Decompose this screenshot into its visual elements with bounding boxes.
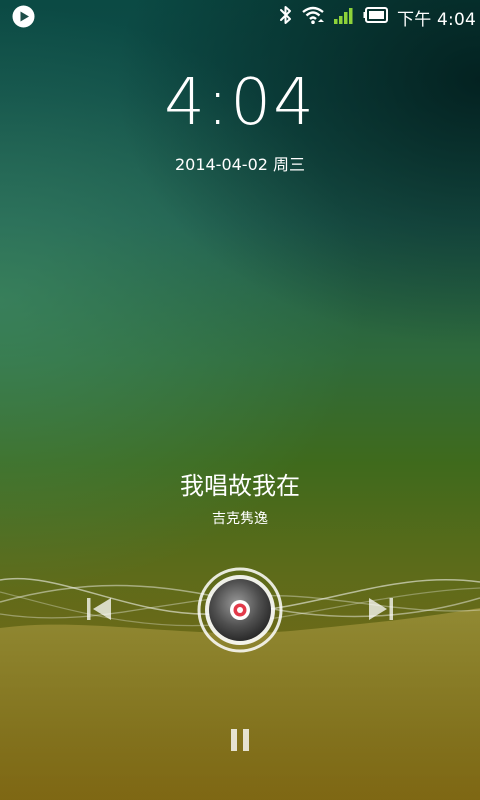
- song-artist: 吉克隽逸: [212, 511, 268, 527]
- wifi-icon: [301, 5, 325, 29]
- previous-button[interactable]: [84, 594, 114, 624]
- pause-icon: [231, 729, 249, 751]
- lock-date: 2014-04-02 周三: [174, 155, 306, 174]
- pause-button[interactable]: [228, 726, 252, 754]
- song-title: 我唱故我在: [180, 472, 300, 500]
- signal-icon: [333, 5, 355, 29]
- bluetooth-icon: [279, 5, 293, 29]
- battery-icon: [363, 6, 389, 28]
- next-icon: [369, 598, 393, 620]
- lock-clock: 4:04: [164, 66, 316, 140]
- next-button[interactable]: [366, 594, 396, 624]
- album-disc-icon: [197, 567, 283, 653]
- status-bar: 下午 4:04: [0, 0, 480, 33]
- play-notification-icon[interactable]: [12, 5, 35, 28]
- status-icons: 下午 4:04: [279, 4, 476, 30]
- previous-icon: [87, 598, 111, 620]
- status-time: 下午 4:04: [397, 9, 476, 30]
- album-disc-button[interactable]: [197, 567, 283, 653]
- lock-screen: 下午 4:04 4:04 2014-04-02 周三 我唱故我在 吉克隽逸: [0, 0, 480, 800]
